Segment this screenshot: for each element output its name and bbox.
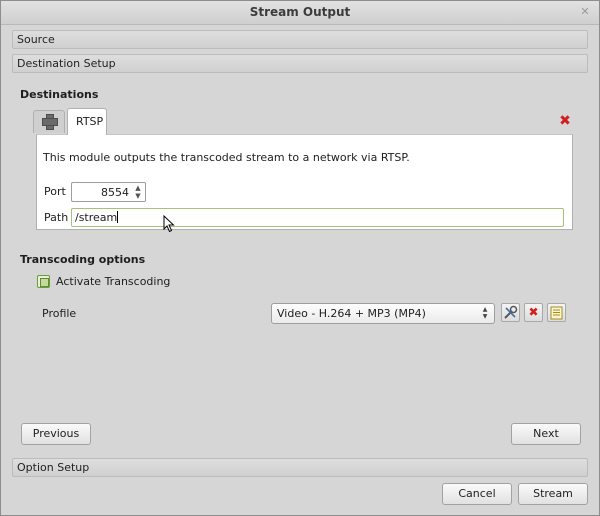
section-destination-setup[interactable]: Destination Setup (12, 54, 588, 73)
new-profile-icon (550, 306, 563, 320)
window-close-icon[interactable]: ✕ (579, 6, 591, 18)
destinations-heading: Destinations (20, 88, 99, 101)
title-bar: Stream Output ✕ (1, 1, 599, 25)
edit-profile-button[interactable] (501, 303, 520, 322)
profile-selected-value: Video - H.264 + MP3 (MP4) (277, 307, 426, 320)
spin-down-icon[interactable]: ▼ (133, 192, 143, 200)
path-input[interactable]: /stream (71, 208, 564, 227)
cancel-button[interactable]: Cancel (442, 483, 512, 505)
rtsp-description: This module outputs the transcoded strea… (43, 151, 410, 164)
wrench-screwdriver-icon (504, 305, 518, 319)
path-label: Path (44, 211, 69, 224)
text-caret (117, 211, 119, 223)
port-value: 8554 (101, 186, 129, 199)
port-spinbox[interactable]: 8554 ▲ ▼ (71, 182, 146, 202)
profile-label: Profile (42, 307, 77, 320)
transcoding-heading: Transcoding options (20, 253, 146, 266)
section-source[interactable]: Source (12, 30, 588, 49)
combo-arrows-icon: ▲ ▼ (482, 306, 488, 320)
spin-up-icon[interactable]: ▲ (133, 184, 143, 192)
activate-transcoding-label[interactable]: Activate Transcoding (56, 275, 170, 288)
delete-profile-button[interactable]: ✖ (524, 303, 543, 322)
path-value: /stream (75, 211, 118, 224)
activate-transcoding-checkbox[interactable] (37, 275, 50, 288)
new-profile-button[interactable] (547, 303, 566, 322)
stream-output-window: Stream Output ✕ Source Destination Setup… (0, 0, 600, 516)
tab-rtsp[interactable]: RTSP (67, 108, 107, 135)
window-title: Stream Output (249, 5, 351, 19)
mouse-pointer-icon (163, 215, 175, 233)
plus-icon (42, 114, 58, 130)
section-option-setup[interactable]: Option Setup (12, 458, 588, 477)
profile-select[interactable]: Video - H.264 + MP3 (MP4) ▲ ▼ (271, 303, 495, 324)
next-button[interactable]: Next (511, 423, 581, 445)
stream-button[interactable]: Stream (518, 483, 588, 505)
add-destination-tab[interactable] (33, 110, 65, 133)
previous-button[interactable]: Previous (21, 423, 91, 445)
remove-destination-icon[interactable]: ✖ (558, 114, 572, 128)
spin-arrows[interactable]: ▲ ▼ (133, 184, 143, 200)
port-label: Port (44, 185, 66, 198)
